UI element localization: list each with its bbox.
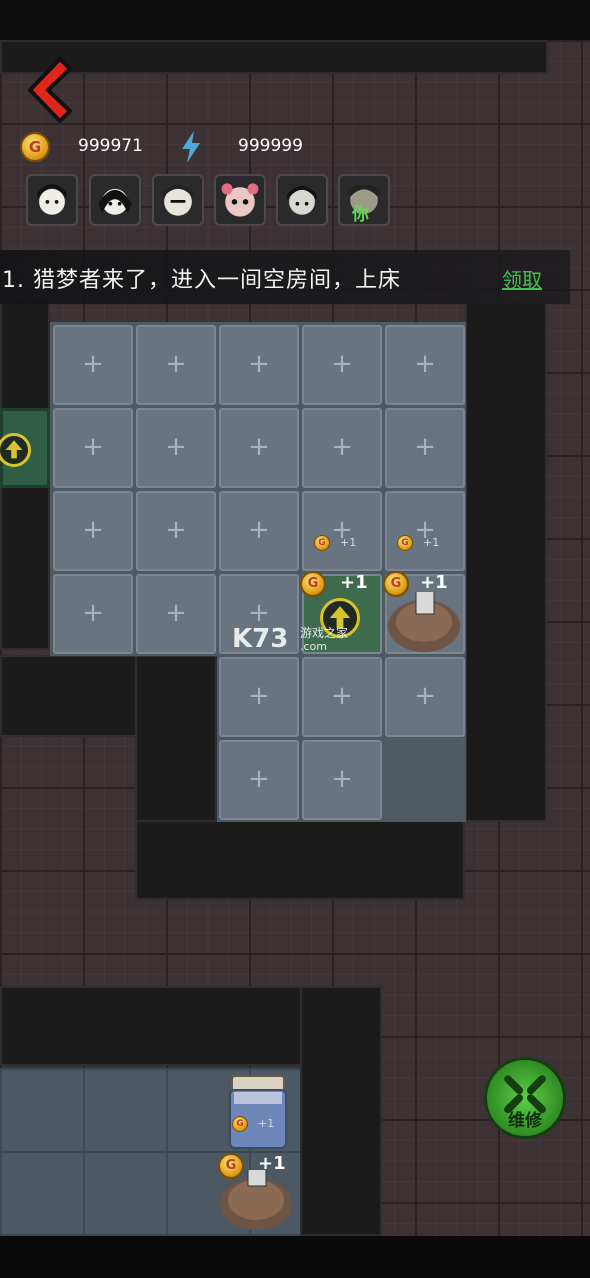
room-tile[interactable] [302,657,382,737]
claim-button[interactable]: 领取 [502,264,542,293]
character-portrait-self[interactable]: 你 [338,174,390,226]
repair-button[interactable]: 维修 [484,1057,566,1139]
room-tile[interactable] [302,740,382,820]
coin-icon: G [397,535,413,551]
energy-icon [182,131,200,163]
room-tile[interactable] [385,657,465,737]
room-tile[interactable] [385,325,465,405]
character-portrait[interactable] [89,174,141,226]
bed-icon[interactable] [226,1072,290,1156]
coin-icon: G [314,535,330,551]
quest-text: 1. 猎梦者来了，进入一间空房间，上床 [2,268,401,293]
bottom-bar [0,1236,590,1278]
door[interactable] [0,408,50,488]
coin-icon: G [20,132,50,162]
wall [465,302,547,822]
quest-bar: 1. 猎梦者来了，进入一间空房间，上床 领取 [0,250,570,304]
watermark-brand: K73 [232,624,289,654]
wall [135,820,465,900]
room-tile[interactable] [219,657,299,737]
energy-count: 999999 [238,136,303,156]
income-label: +1 [340,572,368,593]
room-tile[interactable] [136,325,216,405]
wall [300,986,382,1236]
room-tile[interactable] [302,408,382,488]
coin-icon: G [232,1116,248,1132]
coin-icon: G [300,571,326,597]
room-tile[interactable] [385,491,465,571]
room-tile[interactable] [219,408,299,488]
wall [0,40,548,74]
character-portrait[interactable] [152,174,204,226]
room-tile[interactable] [219,491,299,571]
room-tile[interactable] [302,325,382,405]
room-tile[interactable] [385,408,465,488]
coin-count: 999971 [78,136,143,156]
dream-hunter-sprite [220,1170,292,1230]
income-label: +1 [258,1117,275,1130]
room-tile[interactable] [53,574,133,654]
room-tile[interactable] [53,325,133,405]
character-portrait[interactable] [26,174,78,226]
room-tile[interactable] [53,408,133,488]
room-tile[interactable] [136,491,216,571]
character-portrait[interactable] [276,174,328,226]
income-label: +1 [340,536,357,549]
character-portrait[interactable] [214,174,266,226]
room-tile[interactable] [136,408,216,488]
room-tile[interactable] [219,325,299,405]
upgrade-icon[interactable] [0,433,31,467]
self-tag: 你 [352,205,369,225]
back-button[interactable] [20,55,76,125]
income-label: +1 [423,536,440,549]
repair-label: 维修 [508,1111,542,1131]
room-tile[interactable] [53,491,133,571]
watermark-domain: .com [300,640,327,653]
room-tile[interactable] [136,574,216,654]
room-tile[interactable] [219,740,299,820]
income-label: +1 [420,572,448,593]
watermark-sub: 游戏之家 [300,626,349,640]
room-tile[interactable] [302,491,382,571]
dream-hunter-sprite [388,592,460,652]
